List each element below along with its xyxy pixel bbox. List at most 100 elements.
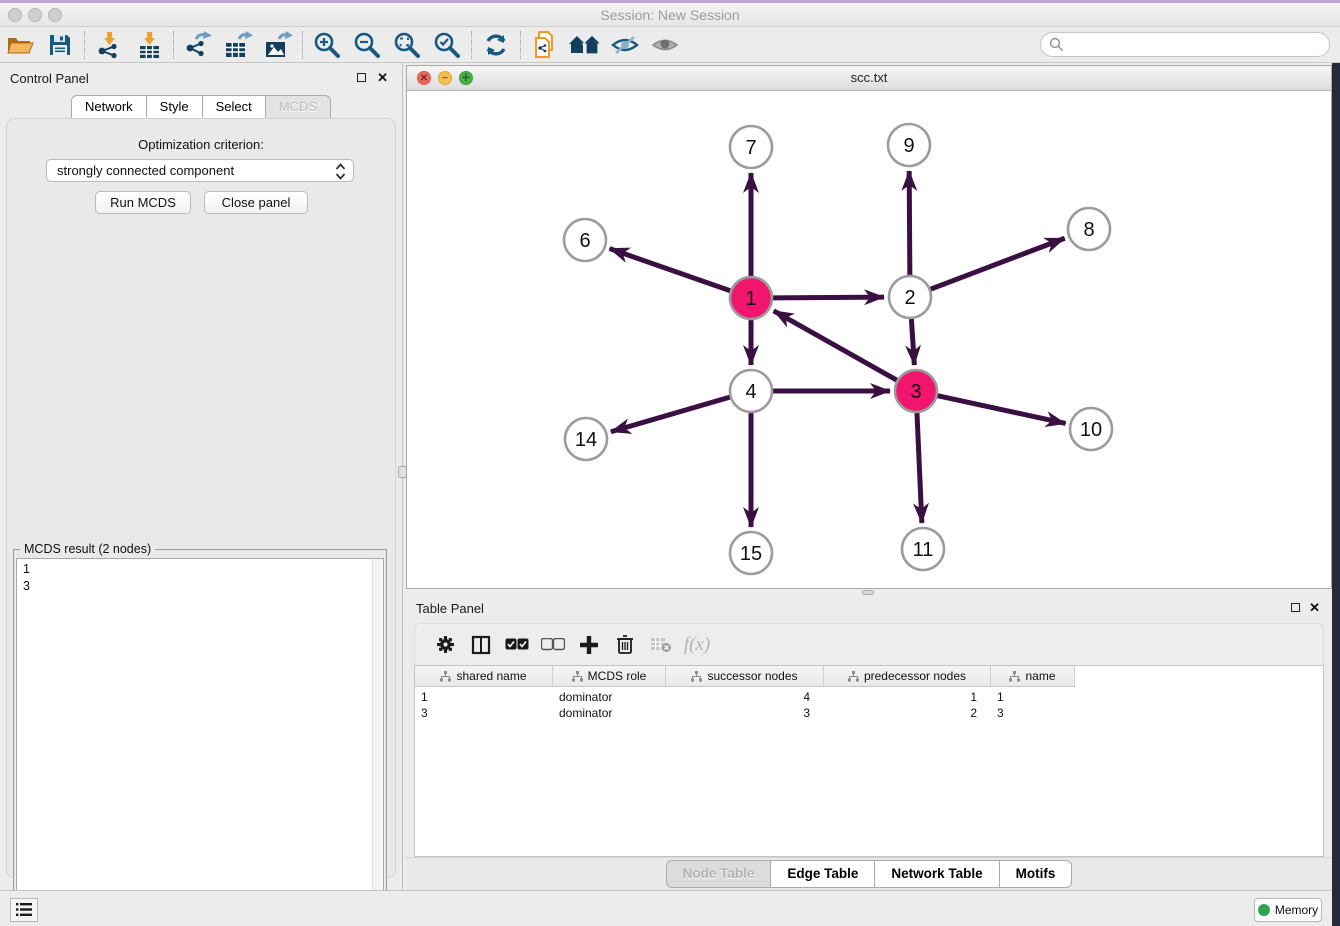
import-network-button[interactable] (89, 29, 129, 61)
hide-eye-icon (610, 33, 640, 57)
export-network-button[interactable] (178, 29, 218, 61)
copy-network-icon (531, 30, 559, 60)
zoom-in-icon (313, 31, 341, 59)
table-settings-button[interactable] (427, 629, 463, 661)
unselect-all-columns-button[interactable] (535, 629, 571, 661)
memory-status-icon (1258, 904, 1270, 916)
checkboxes-checked-icon (505, 638, 529, 651)
create-column-button[interactable] (571, 629, 607, 661)
graph-edge-3-11[interactable] (917, 413, 922, 523)
table-row[interactable]: 1dominator411 (415, 689, 1075, 705)
table-cell[interactable]: 1 (991, 689, 1075, 705)
main-toolbar (0, 27, 1340, 63)
column-header-label: MCDS role (588, 669, 647, 683)
column-header-label: shared name (456, 669, 526, 683)
zoom-selected-button[interactable] (427, 29, 467, 61)
zoom-out-button[interactable] (347, 29, 387, 61)
refresh-button[interactable] (476, 29, 516, 61)
tab-network-table[interactable]: Network Table (875, 860, 999, 888)
table-cell[interactable]: 3 (666, 705, 824, 721)
import-table-icon (135, 31, 163, 59)
graph-edge-3-1[interactable] (774, 311, 897, 380)
graph-edge-4-14[interactable] (611, 397, 730, 432)
mcds-result-title: MCDS result (2 nodes) (20, 542, 155, 556)
table-cell[interactable]: 3 (415, 705, 553, 721)
export-table-button[interactable] (218, 29, 258, 61)
memory-button[interactable]: Memory (1254, 898, 1322, 922)
network-graph[interactable]: 7968124314101511 (407, 91, 1331, 588)
graph-edge-2-3[interactable] (911, 319, 914, 365)
graph-edge-3-10[interactable] (937, 396, 1065, 424)
close-panel-button[interactable]: Close panel (204, 191, 308, 214)
node-table: shared name MCDS role successor nodes prede… (414, 665, 1324, 857)
mcds-result-group: MCDS result (2 nodes) 1 3 (13, 549, 387, 926)
tab-motifs[interactable]: Motifs (1000, 860, 1073, 888)
zoom-selected-icon (433, 31, 461, 59)
table-cell[interactable]: 1 (415, 689, 553, 705)
graph-edge-1-2[interactable] (773, 297, 884, 298)
import-network-icon (95, 31, 123, 59)
mcds-result-scrollbar[interactable] (372, 559, 383, 923)
tab-node-table[interactable]: Node Table (666, 860, 772, 888)
save-button[interactable] (40, 29, 80, 61)
column-header-shared-name[interactable]: shared name (415, 666, 553, 686)
import-table-button[interactable] (129, 29, 169, 61)
list-icon (16, 903, 32, 917)
table-cell[interactable]: 2 (824, 705, 991, 721)
run-mcds-button[interactable]: Run MCDS (95, 191, 191, 214)
export-image-button[interactable] (258, 29, 298, 61)
control-panel-header: Control Panel ✕ (0, 65, 402, 91)
show-columns-button[interactable] (463, 629, 499, 661)
task-history-button[interactable] (10, 898, 38, 922)
table-cell[interactable]: 3 (991, 705, 1075, 721)
tab-mcds[interactable]: MCDS (266, 95, 331, 119)
float-panel-icon[interactable] (357, 73, 366, 82)
zoom-in-button[interactable] (307, 29, 347, 61)
tab-network[interactable]: Network (71, 95, 147, 119)
table-row[interactable]: 3dominator323 (415, 705, 1075, 721)
column-header-label: successor nodes (707, 669, 797, 683)
column-header-name[interactable]: name (991, 666, 1075, 686)
tab-select[interactable]: Select (203, 95, 266, 119)
close-panel-icon[interactable]: ✕ (377, 70, 388, 86)
search-input[interactable] (1040, 32, 1330, 57)
hide-eye-button[interactable] (605, 29, 645, 61)
table-cell[interactable]: dominator (553, 689, 666, 705)
column-header-label: name (1025, 669, 1055, 683)
select-all-columns-button[interactable] (499, 629, 535, 661)
table-cell[interactable]: dominator (553, 705, 666, 721)
table-panel-title: Table Panel (416, 601, 484, 616)
function-builder-button[interactable]: f(x) (679, 629, 715, 661)
copy-network-button[interactable] (525, 29, 565, 61)
mcds-result-text[interactable]: 1 3 (16, 558, 384, 924)
delete-column-button[interactable] (607, 629, 643, 661)
column-header-MCDS-role[interactable]: MCDS role (553, 666, 666, 686)
graph-node-label-14: 14 (575, 429, 597, 451)
zoom-out-icon (353, 31, 381, 59)
memory-label: Memory (1275, 903, 1318, 917)
tab-edge-table[interactable]: Edge Table (771, 860, 875, 888)
column-header-predecessor-nodes[interactable]: predecessor nodes (824, 666, 991, 686)
network-window-titlebar[interactable]: ✕ − ＋ scc.txt (407, 66, 1331, 91)
home-button[interactable] (565, 29, 605, 61)
open-file-button[interactable] (0, 29, 40, 61)
tab-style[interactable]: Style (147, 95, 203, 119)
graph-edge-2-9[interactable] (909, 171, 910, 275)
delete-table-button[interactable] (643, 629, 679, 661)
graph-node-label-9: 9 (903, 135, 914, 157)
home-icon (568, 32, 602, 58)
close-panel-icon[interactable]: ✕ (1309, 600, 1320, 616)
table-cell[interactable]: 1 (824, 689, 991, 705)
graph-edge-2-8[interactable] (931, 238, 1065, 289)
graph-node-label-15: 15 (740, 543, 762, 565)
trash-icon (616, 634, 634, 655)
graph-edge-1-6[interactable] (610, 249, 731, 291)
column-header-successor-nodes[interactable]: successor nodes (666, 666, 824, 686)
zoom-fit-button[interactable] (387, 29, 427, 61)
float-panel-icon[interactable] (1291, 603, 1300, 612)
optimization-select[interactable]: strongly connected component (46, 159, 354, 182)
table-cell[interactable]: 4 (666, 689, 824, 705)
toolbar-separator (84, 31, 85, 59)
table-toolbar: f(x) (414, 623, 1324, 665)
show-eye-button[interactable] (645, 29, 685, 61)
